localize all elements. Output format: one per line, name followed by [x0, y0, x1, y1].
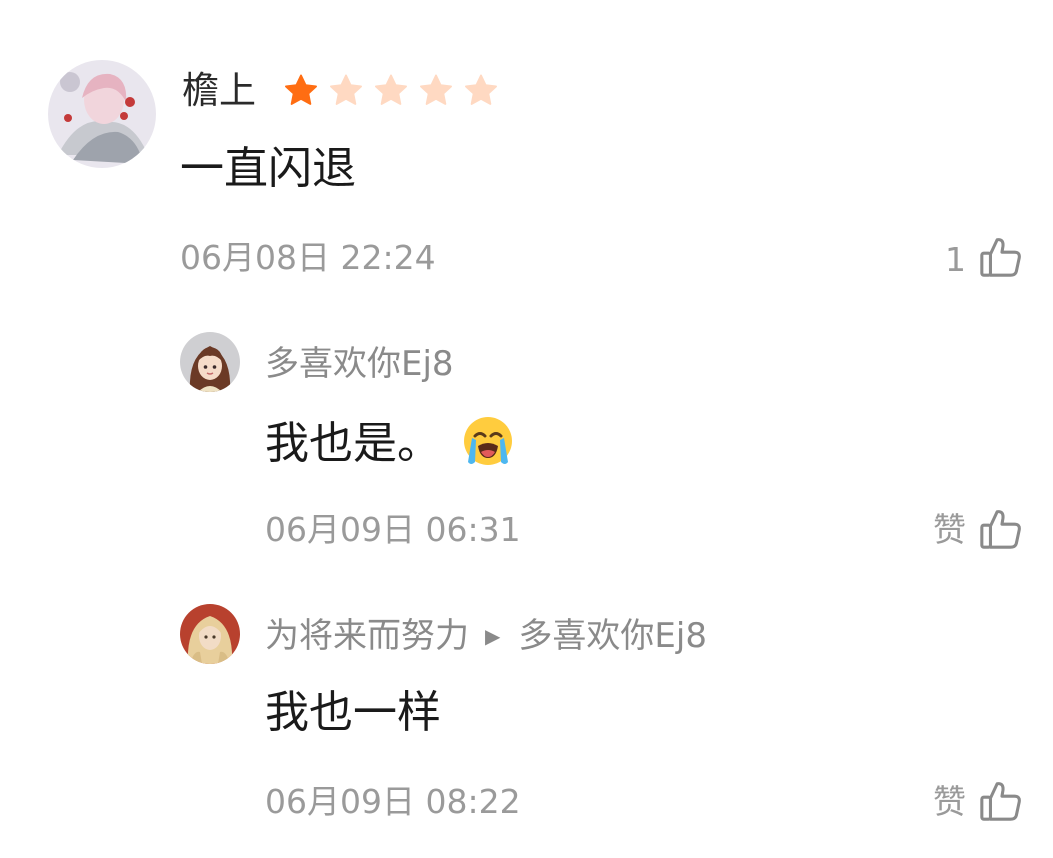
- comment-text: 一直闪退: [180, 143, 356, 194]
- comment-timestamp: 06月08日 22:24: [180, 238, 436, 277]
- reply-text: 我也一样: [265, 687, 441, 738]
- thumbs-up-icon[interactable]: [978, 778, 1024, 824]
- star-empty-icon: [372, 72, 410, 110]
- reply-author-name[interactable]: 多喜欢你Ej8: [265, 343, 454, 385]
- thumbs-up-icon[interactable]: [978, 234, 1024, 280]
- avatar[interactable]: [48, 60, 156, 168]
- avatar-image: [48, 60, 156, 168]
- like-label[interactable]: 赞: [900, 782, 966, 822]
- reply-author-name[interactable]: 为将来而努力: [265, 615, 469, 657]
- star-empty-icon: [462, 72, 500, 110]
- like-label[interactable]: 赞: [900, 510, 966, 550]
- reply-timestamp: 06月09日 06:31: [265, 510, 521, 549]
- reply-text: 我也是。: [265, 414, 515, 481]
- reply-username[interactable]: 多喜欢你Ej8: [265, 343, 454, 385]
- reply-text-body: 我也是。: [265, 418, 441, 469]
- thumbs-up-icon[interactable]: [978, 506, 1024, 552]
- rating-stars: [282, 72, 500, 110]
- reply-target-name[interactable]: 多喜欢你Ej8: [518, 615, 707, 657]
- avatar[interactable]: [180, 332, 240, 392]
- crying-emoji-icon: [461, 414, 515, 481]
- reply-username[interactable]: 为将来而努力 ▶ 多喜欢你Ej8: [265, 615, 707, 657]
- like-count[interactable]: 1: [900, 240, 966, 280]
- avatar-image: [180, 604, 240, 664]
- comment-username[interactable]: 檐上: [182, 68, 256, 114]
- star-filled-icon: [282, 72, 320, 110]
- avatar[interactable]: [180, 604, 240, 664]
- reply-timestamp: 06月09日 08:22: [265, 782, 521, 821]
- star-empty-icon: [327, 72, 365, 110]
- avatar-image: [180, 332, 240, 392]
- reply-arrow-icon: ▶: [485, 624, 501, 648]
- star-empty-icon: [417, 72, 455, 110]
